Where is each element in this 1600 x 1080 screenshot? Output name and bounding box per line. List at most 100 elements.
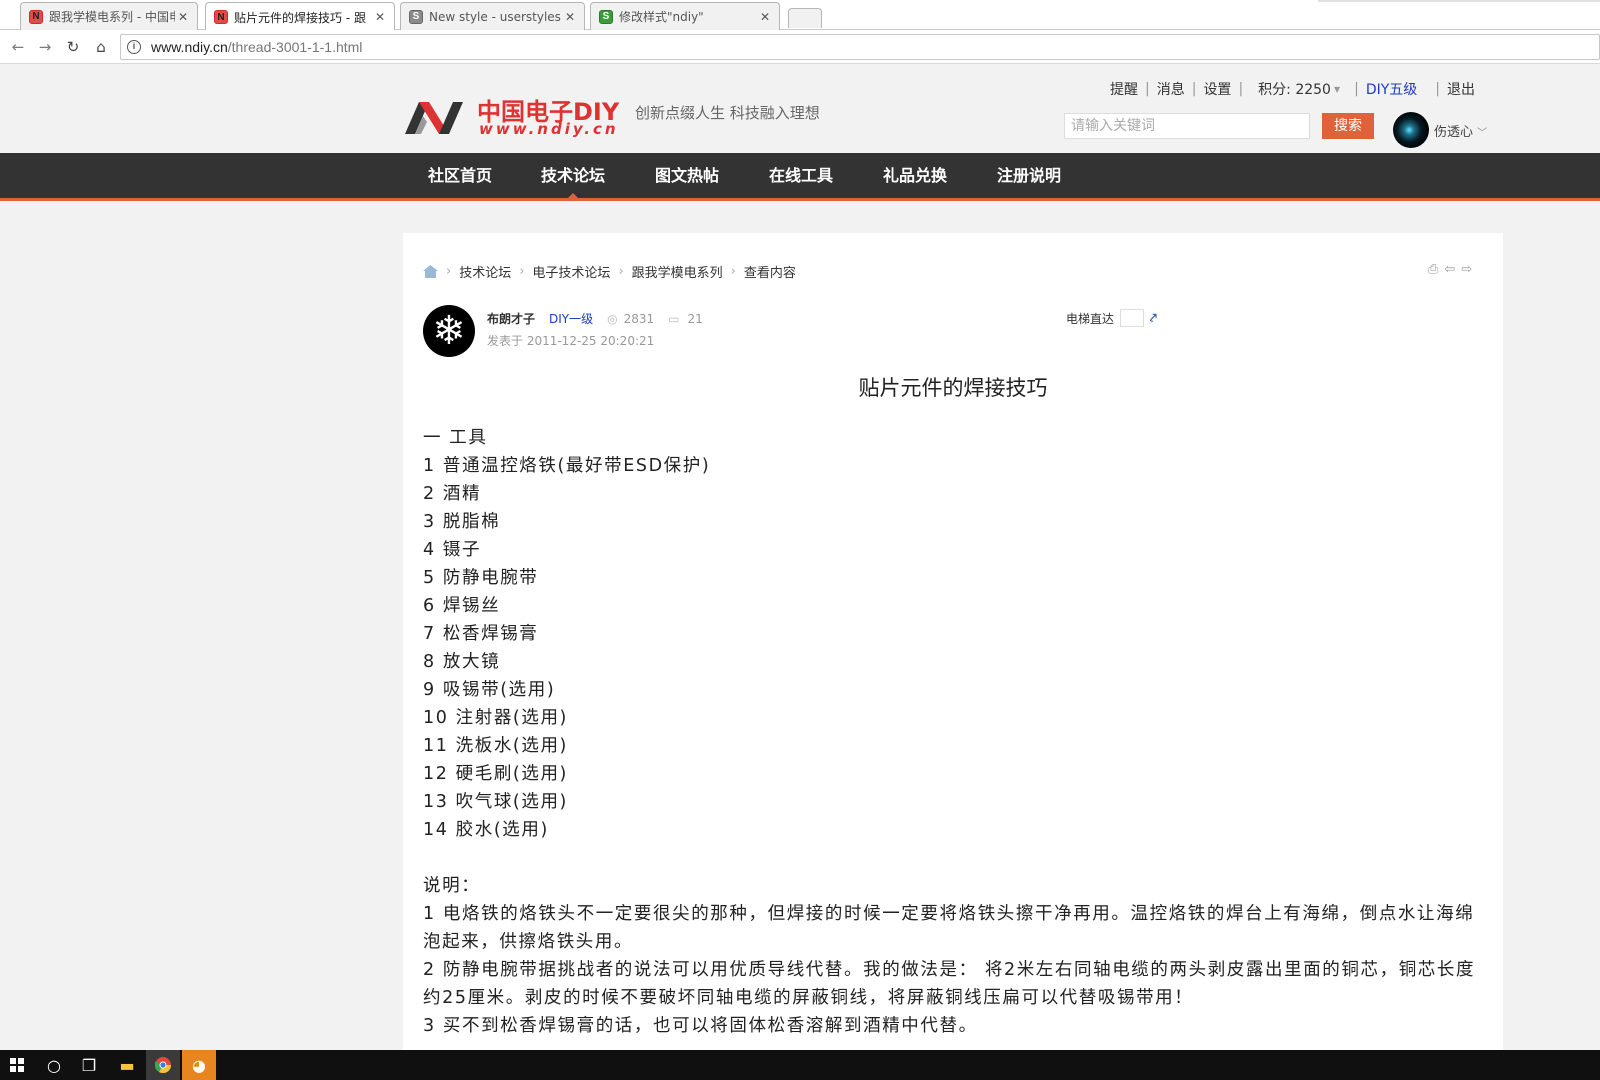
content-line: 1 普通温控烙铁(最好带ESD保护) [423, 456, 711, 476]
print-icon[interactable]: ⎙ [1428, 262, 1438, 277]
browser-tab[interactable]: N 跟我学模电系列 - 中国电 ✕ [20, 2, 198, 30]
breadcrumb-link[interactable]: 跟我学模电系列 [632, 262, 723, 281]
tab-title: 修改样式"ndiy" [619, 10, 704, 24]
content-line: 3 脱脂棉 [423, 512, 501, 532]
browser-tab-active[interactable]: N 贴片元件的焊接技巧 - 跟 ✕ [205, 2, 395, 31]
browser-tab-strip: N 跟我学模电系列 - 中国电 ✕ N 贴片元件的焊接技巧 - 跟 ✕ S Ne… [0, 0, 1600, 31]
file-explorer-icon[interactable]: ▬ [110, 1050, 144, 1080]
content-line: 10 注射器(选用) [423, 708, 568, 728]
url-host: www.ndiy.cn [151, 39, 228, 55]
close-icon[interactable]: ✕ [757, 10, 773, 24]
info-icon[interactable]: i [127, 40, 141, 54]
user-avatar[interactable] [1393, 112, 1429, 148]
content-line: 5 防静电腕带 [423, 568, 539, 588]
window-edge [1318, 0, 1600, 2]
nav-item-tools[interactable]: 在线工具 [751, 153, 851, 198]
windows-start-icon[interactable] [0, 1050, 34, 1080]
content-line: 9 吸锡带(选用) [423, 680, 556, 700]
logo-subtext: www.ndiy.cn [479, 120, 619, 138]
search-circle-icon[interactable]: ○ [37, 1050, 71, 1080]
nav-item-home[interactable]: 社区首页 [410, 153, 510, 198]
content-line: 8 放大镜 [423, 652, 501, 672]
content-line: 6 焊锡丝 [423, 596, 501, 616]
site-logo[interactable]: 中国电子DIY www.ndiy.cn [405, 92, 630, 138]
comment-icon: ▭ [668, 311, 680, 326]
content-paragraph: 3 买不到松香焊锡膏的话，也可以将固体松香溶解到酒精中代替。 [423, 1016, 978, 1036]
close-icon[interactable]: ✕ [372, 10, 388, 24]
browser-tab[interactable]: S 修改样式"ndiy" ✕ [590, 2, 780, 30]
author-level[interactable]: DIY一级 [549, 310, 593, 327]
task-view-icon[interactable]: ❐ [72, 1050, 106, 1080]
content-line: 7 松香焊锡膏 [423, 624, 539, 644]
go-icon[interactable]: ⤤ [1150, 311, 1157, 326]
next-arrow-icon[interactable]: ⇨ [1461, 262, 1472, 277]
tab-title: 贴片元件的焊接技巧 - 跟 [234, 10, 366, 25]
nav-item-forum[interactable]: 技术论坛 [523, 153, 623, 198]
breadcrumb-link[interactable]: 技术论坛 [459, 262, 511, 281]
active-caret-icon [568, 193, 578, 198]
logout-link[interactable]: 退出 [1447, 79, 1475, 99]
content-line: 11 洗板水(选用) [423, 736, 568, 756]
content-line: 13 吹气球(选用) [423, 792, 568, 812]
search-input[interactable]: 请输入关键词 [1064, 113, 1310, 139]
chevron-down-icon: ﹀ [1477, 128, 1488, 139]
breadcrumb: › 技术论坛 › 电子技术论坛 › 跟我学模电系列 › 查看内容 [423, 262, 796, 281]
back-arrow-icon[interactable]: ← [9, 38, 27, 56]
breadcrumb-link[interactable]: 电子技术论坛 [532, 262, 610, 281]
address-toolbar: ← → ↻ ⌂ i www.ndiy.cn /thread-3001-1-1.h… [0, 30, 1600, 64]
points-link[interactable]: 积分: 2250 [1258, 79, 1331, 99]
elevator-label: 电梯直达 [1066, 311, 1115, 326]
reminder-link[interactable]: 提醒 [1110, 79, 1138, 99]
home-icon[interactable] [423, 265, 438, 278]
floor-jump: 电梯直达 ⤤ [1066, 309, 1157, 327]
user-level-link[interactable]: DIY五级 [1366, 79, 1417, 99]
qq-icon[interactable]: ◕ [182, 1050, 216, 1080]
home-icon[interactable]: ⌂ [92, 38, 110, 56]
chrome-icon[interactable] [146, 1050, 180, 1080]
nav-item-register-info[interactable]: 注册说明 [979, 153, 1079, 198]
author-avatar[interactable]: ❄ [423, 305, 475, 357]
nav-item-hot-posts[interactable]: 图文热帖 [637, 153, 737, 198]
close-icon[interactable]: ✕ [562, 10, 578, 24]
username-menu[interactable]: 伤透心 ﹀ [1434, 121, 1487, 140]
browser-tab[interactable]: S New style - userstyles.o ✕ [400, 2, 585, 30]
eye-icon: ◎ [607, 311, 618, 326]
previous-arrow-icon[interactable]: ⇦ [1444, 262, 1455, 277]
tab-title: 跟我学模电系列 - 中国电 [49, 10, 175, 24]
post-content: 一 工具 1 普通温控烙铁(最好带ESD保护) 2 酒精 3 脱脂棉 4 镊子 … [423, 424, 1483, 1040]
main-nav: 社区首页 技术论坛 图文热帖 在线工具 礼品兑换 注册说明 [0, 153, 1600, 201]
url-input[interactable]: i www.ndiy.cn /thread-3001-1-1.html [120, 34, 1600, 60]
n-favicon-icon: N [29, 9, 43, 24]
chevron-down-icon[interactable]: ▼ [1334, 85, 1340, 94]
username: 伤透心 [1434, 125, 1474, 140]
breadcrumb-current: 查看内容 [743, 266, 796, 281]
n-favicon-icon: N [214, 10, 228, 24]
messages-link[interactable]: 消息 [1157, 79, 1185, 99]
content-line: 14 胶水(选用) [423, 820, 549, 840]
tab-title: New style - userstyles.o [429, 9, 562, 24]
nav-item-gifts[interactable]: 礼品兑换 [865, 153, 965, 198]
reply-count: 21 [687, 311, 703, 326]
content-paragraph: 2 防静电腕带据挑战者的说法可以用优质导线代替。我的做法是： 将2米左右同轴电缆… [423, 960, 1476, 1008]
close-icon[interactable]: ✕ [175, 10, 191, 24]
post-meta: 布朗才子 DIY一级 ◎ 2831 ▭ 21 [487, 310, 703, 327]
floor-input[interactable] [1120, 309, 1145, 327]
os-taskbar: ○ ❐ ▬ ◕ [0, 1050, 1600, 1080]
content-line: 2 酒精 [423, 484, 482, 504]
content-line: 4 镊子 [423, 540, 482, 560]
search-button[interactable]: 搜索 [1322, 113, 1374, 139]
post-card: › 技术论坛 › 电子技术论坛 › 跟我学模电系列 › 查看内容 ⎙ ⇦ ⇨ ❄… [403, 233, 1503, 1053]
url-path: /thread-3001-1-1.html [227, 39, 363, 55]
new-tab-button[interactable] [788, 8, 822, 28]
post-title: 贴片元件的焊接技巧 [858, 376, 1048, 400]
nav-item-label: 技术论坛 [540, 166, 605, 185]
author-name[interactable]: 布朗才子 [487, 310, 535, 327]
settings-link[interactable]: 设置 [1203, 79, 1231, 99]
site-slogan: 创新点缀人生 科技融入理想 [635, 104, 820, 122]
content-paragraph: 1 电烙铁的烙铁头不一定要很尖的那种，但焊接的时候一定要将烙铁头擦干净再用。温控… [423, 904, 1475, 952]
stylish-green-favicon-icon: S [599, 9, 613, 24]
ndiy-logo-icon [405, 102, 463, 134]
post-date: 发表于 2011-12-25 20:20:21 [487, 334, 655, 348]
forward-arrow-icon[interactable]: → [36, 38, 54, 56]
reload-icon[interactable]: ↻ [64, 38, 82, 56]
